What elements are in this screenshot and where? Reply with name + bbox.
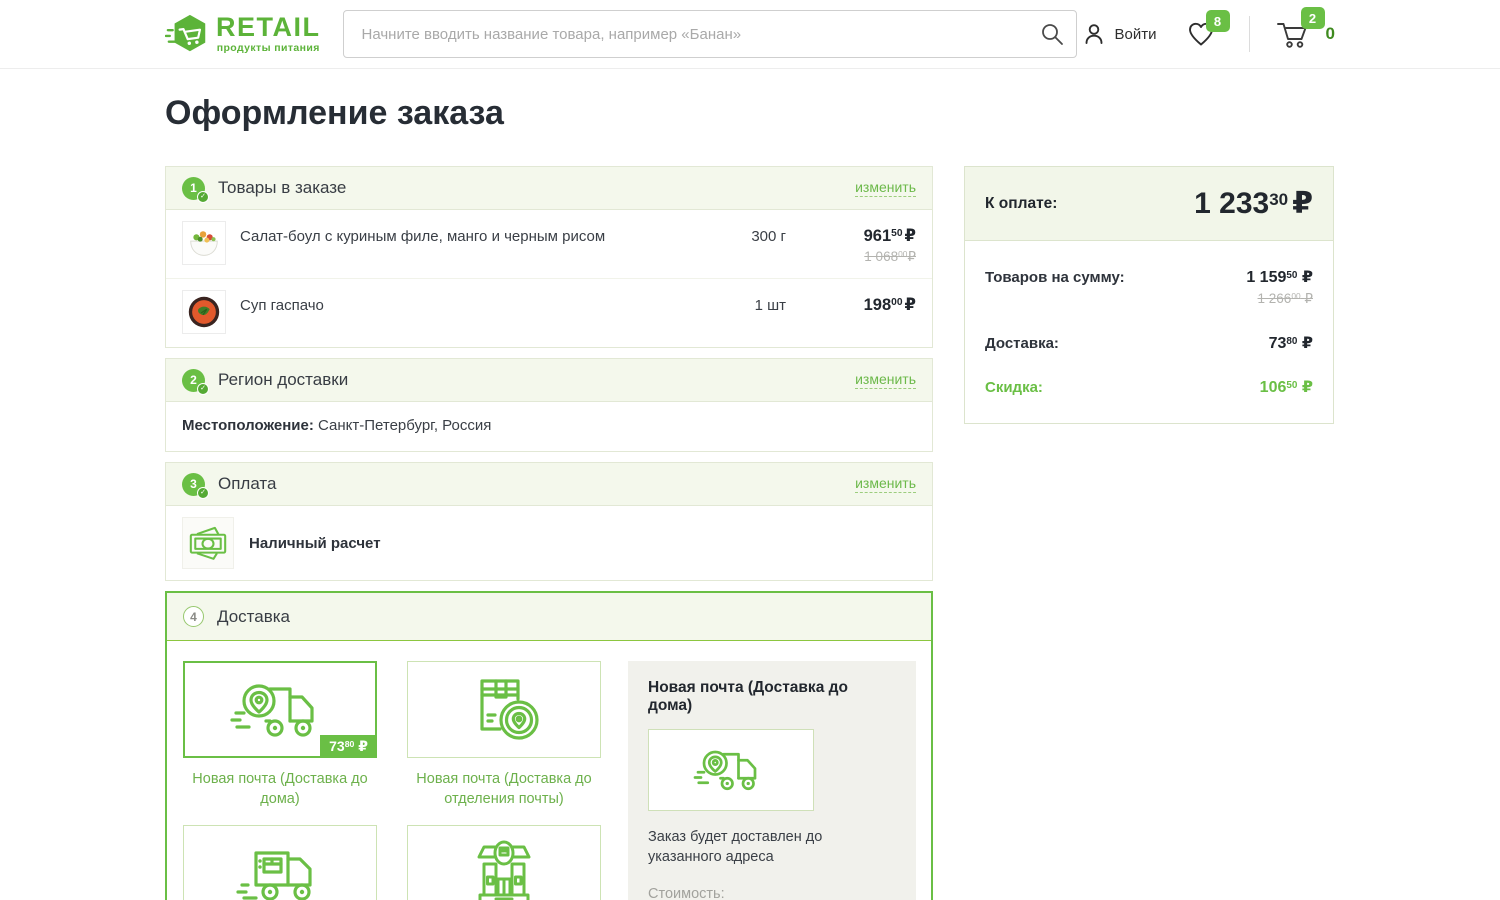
delivery-option-label: Новая почта (Доставка до отделения почты… — [407, 770, 601, 809]
location-label: Местоположение: — [182, 417, 314, 434]
delivery-van-icon — [230, 841, 330, 900]
parcel-pin-icon — [456, 675, 552, 745]
delivery-detail-title: Новая почта (Доставка до дома) — [648, 679, 896, 715]
step-4-badge: 4 — [183, 606, 204, 627]
favorites-button[interactable]: 8 — [1187, 21, 1215, 47]
order-summary: К оплате: 1 23330₽ Товаров на сумму: 1 1… — [964, 166, 1334, 424]
user-icon — [1082, 22, 1106, 46]
check-icon: ✓ — [197, 487, 209, 499]
logo-subtitle: продукты питания — [217, 42, 320, 54]
search-input[interactable] — [343, 10, 1077, 58]
check-icon: ✓ — [197, 383, 209, 395]
delivery-option-post-office[interactable]: Новая почта (Доставка до отделения почты… — [407, 661, 601, 809]
delivery-options: 7380 ₽ Новая почта (Доставка до дома) — [183, 661, 601, 900]
cart-button[interactable]: 2 — [1276, 18, 1310, 50]
cart-count-badge: 2 — [1301, 7, 1325, 29]
payment-method: Наличный расчет — [249, 535, 381, 552]
summary-old-total: 1 26600 ₽ — [985, 291, 1313, 307]
section-payment: 3 ✓ Оплата изменить — [165, 462, 933, 581]
store-icon — [462, 837, 546, 900]
section-products-title: Товары в заказе — [218, 178, 346, 198]
logo-title: RETAIL — [216, 14, 321, 41]
header-actions: Войти 8 2 0 — [1082, 16, 1335, 52]
delivery-option-example[interactable]: Пример службы доставки — [183, 825, 377, 900]
cart-total: 0 — [1326, 24, 1335, 44]
edit-products-link[interactable]: изменить — [855, 179, 916, 197]
gazpacho-image — [182, 290, 226, 334]
summary-row-delivery: Доставка: 7380 ₽ — [985, 333, 1313, 353]
header-divider — [1249, 16, 1250, 52]
delivery-option-pickup[interactable]: Самовывоз — [407, 825, 601, 900]
item-qty: 1 шт — [686, 290, 786, 314]
search-bar — [343, 10, 1077, 58]
section-delivery-title: Доставка — [217, 607, 290, 627]
delivery-truck-pin-icon — [228, 677, 332, 743]
check-icon: ✓ — [197, 191, 209, 203]
section-region-title: Регион доставки — [218, 370, 348, 390]
total-label: К оплате: — [985, 195, 1057, 213]
summary-row-discount: Скидка: 10650 ₽ — [985, 377, 1313, 397]
section-delivery: 4 Доставка — [165, 591, 933, 900]
section-payment-title: Оплата — [218, 474, 276, 494]
total-amount: 1 23330₽ — [1194, 186, 1313, 221]
item-price: 96150₽ — [786, 226, 916, 246]
step-1-badge: 1 ✓ — [182, 177, 205, 200]
edit-payment-link[interactable]: изменить — [855, 475, 916, 493]
step-3-badge: 3 ✓ — [182, 473, 205, 496]
location-value: Санкт-Петербург, Россия — [318, 417, 491, 434]
edit-region-link[interactable]: изменить — [855, 371, 916, 389]
site-header: RETAIL продукты питания Войти — [0, 0, 1500, 69]
summary-row-items: Товаров на сумму: 1 15950 ₽ — [985, 267, 1313, 287]
delivery-price-chip: 7380 ₽ — [320, 735, 377, 758]
item-qty: 300 г — [686, 221, 786, 245]
step-2-badge: 2 ✓ — [182, 369, 205, 392]
logo[interactable]: RETAIL продукты питания — [165, 11, 321, 57]
delivery-truck-pin-icon — [648, 729, 814, 811]
cost-label: Стоимость: — [648, 886, 896, 900]
cash-icon — [182, 517, 234, 569]
order-item-row: Суп гаспачо 1 шт 19800₽ — [166, 278, 932, 347]
login-button[interactable]: Войти — [1082, 22, 1157, 46]
delivery-description: Заказ будет доставлен до указанного адре… — [648, 827, 896, 868]
login-label: Войти — [1115, 26, 1157, 43]
section-products: 1 ✓ Товары в заказе изменить — [165, 166, 933, 348]
item-name: Салат-боул с куриным филе, манго и черны… — [240, 221, 686, 245]
order-item-row: Салат-боул с куриным филе, манго и черны… — [166, 210, 932, 278]
salad-bowl-image — [182, 221, 226, 265]
section-region: 2 ✓ Регион доставки изменить Местоположе… — [165, 358, 933, 452]
region-info: Местоположение: Санкт-Петербург, Россия — [166, 402, 932, 451]
item-old-price: 1 06800₽ — [786, 249, 916, 265]
item-name: Суп гаспачо — [240, 290, 686, 314]
delivery-option-label: Новая почта (Доставка до дома) — [183, 770, 377, 809]
delivery-detail-panel: Новая почта (Доставка до дома) — [628, 661, 916, 900]
delivery-option-home[interactable]: 7380 ₽ Новая почта (Доставка до дома) — [183, 661, 377, 809]
search-icon[interactable] — [1040, 22, 1064, 46]
page-title: Оформление заказа — [165, 94, 1335, 133]
favorites-count-badge: 8 — [1206, 10, 1230, 32]
item-price: 19800₽ — [786, 295, 916, 315]
logo-basket-icon — [165, 11, 211, 57]
